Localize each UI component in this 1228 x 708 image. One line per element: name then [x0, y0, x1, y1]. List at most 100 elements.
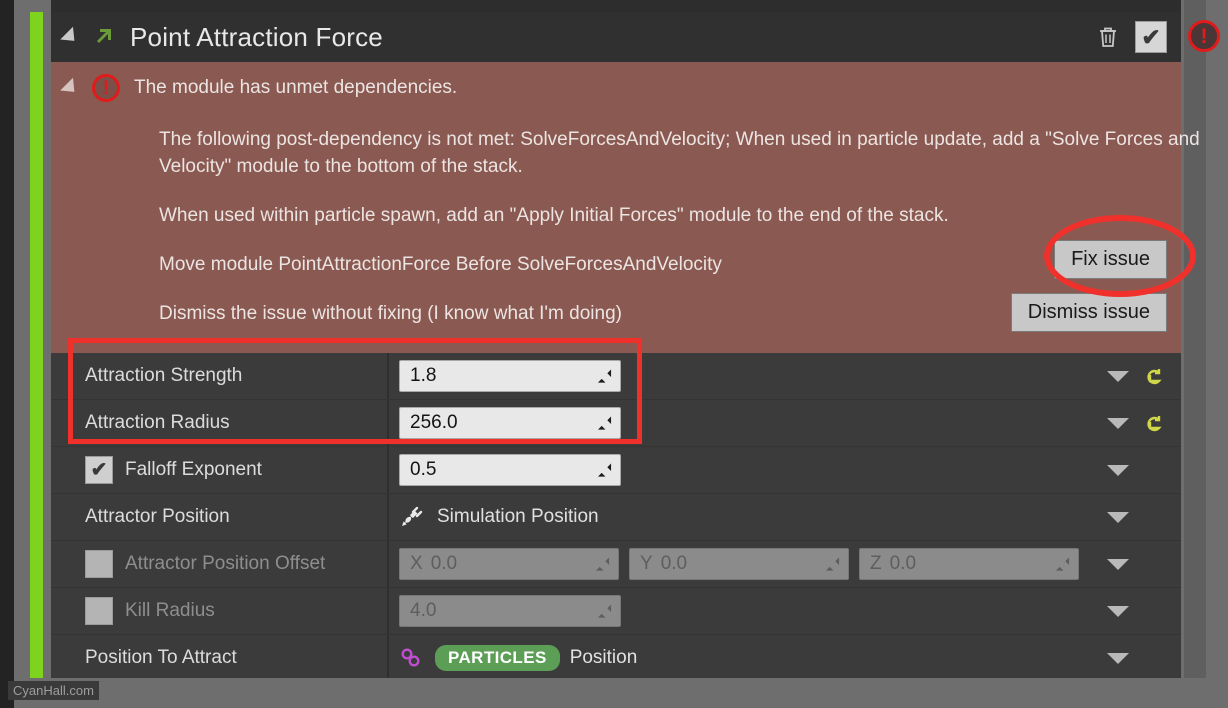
- numeric-value: 1.8: [410, 365, 437, 386]
- dismiss-issue-button[interactable]: Dismiss issue: [1010, 293, 1167, 332]
- drag-handle-icon[interactable]: [595, 557, 610, 572]
- watermark: CyanHall.com: [8, 681, 99, 700]
- reset-placeholder: [1145, 601, 1165, 621]
- issue-title-row: ! The module has unmet dependencies.: [51, 62, 1181, 102]
- numeric-value: 0.0: [660, 553, 688, 574]
- parameter-label: Attractor Position Offset: [125, 553, 326, 574]
- drag-handle-icon[interactable]: [597, 604, 612, 619]
- chevron-down-icon[interactable]: [1107, 652, 1129, 664]
- numeric-input-z[interactable]: Z 0.0: [859, 548, 1079, 580]
- parameter-value-cell: 0.5: [387, 454, 1107, 486]
- parameter-label: Falloff Exponent: [125, 459, 262, 480]
- row-controls: [1107, 413, 1181, 433]
- checkmark-icon: ✔: [1141, 23, 1161, 50]
- stack-accent-bar: [30, 12, 43, 680]
- linked-value[interactable]: Simulation Position: [399, 505, 599, 529]
- parameter-row: Attraction Strength 1.8: [51, 353, 1181, 400]
- page-title: Point Attraction Force: [130, 21, 383, 52]
- parameter-row: Attractor Position Offset X 0.0 Y 0.0 Z 0.0: [51, 541, 1181, 588]
- bottom-strip: [0, 678, 1228, 708]
- linked-value-text: Simulation Position: [437, 506, 599, 527]
- parameter-label-cell: Kill Radius: [51, 597, 387, 625]
- numeric-input-x[interactable]: X 0.0: [399, 548, 619, 580]
- warning-glyph: !: [102, 77, 110, 99]
- issue-banner: ! The module has unmet dependencies. The…: [51, 62, 1200, 353]
- numeric-input[interactable]: 0.5: [399, 454, 621, 486]
- reset-placeholder: [1145, 648, 1165, 668]
- parameter-label-cell: Position To Attract: [51, 647, 387, 669]
- parameter-value-cell: Simulation Position: [387, 505, 1107, 529]
- issue-buttons: Fix issue Dismiss issue: [1010, 240, 1167, 332]
- parameter-value-cell: X 0.0 Y 0.0 Z 0.0: [387, 548, 1107, 580]
- chevron-down-icon[interactable]: [1107, 558, 1129, 570]
- numeric-value: 256.0: [410, 412, 458, 433]
- drag-handle-icon[interactable]: [825, 557, 840, 572]
- force-arrow-icon: [92, 25, 116, 49]
- checkmark-icon: ✔: [90, 459, 108, 481]
- parameter-row: Attractor Position Simulation Position: [51, 494, 1181, 541]
- link-chain-icon: [399, 646, 425, 670]
- numeric-value: 4.0: [410, 600, 437, 621]
- drag-handle-icon[interactable]: [597, 416, 612, 431]
- axis-label: Y: [640, 553, 653, 574]
- header-actions: ✔: [1095, 21, 1181, 53]
- parameter-label: Kill Radius: [125, 600, 215, 621]
- parameter-label-cell: Attractor Position: [51, 506, 387, 528]
- parameter-enable-checkbox[interactable]: [85, 550, 113, 578]
- parameter-enable-checkbox[interactable]: [85, 597, 113, 625]
- drag-handle-icon[interactable]: [1055, 557, 1070, 572]
- parameter-enable-checkbox[interactable]: ✔: [85, 456, 113, 484]
- drag-handle-icon[interactable]: [597, 369, 612, 384]
- numeric-value: 0.0: [889, 553, 917, 574]
- warning-circle-icon[interactable]: !: [1188, 20, 1220, 52]
- parameter-row: Position To Attract PARTICLES Position: [51, 635, 1181, 682]
- parameter-label: Attraction Strength: [85, 365, 243, 386]
- row-controls: [1107, 460, 1181, 480]
- parameter-list: Attraction Strength 1.8 Attraction Radius 2…: [51, 353, 1181, 682]
- numeric-input-y[interactable]: Y 0.0: [629, 548, 849, 580]
- warning-glyph: !: [1200, 24, 1208, 48]
- parameter-row: Kill Radius 4.0: [51, 588, 1181, 635]
- trash-icon[interactable]: [1095, 23, 1121, 51]
- row-controls: [1107, 507, 1181, 527]
- vertical-scrollbar[interactable]: [1184, 0, 1206, 708]
- module-enabled-checkbox[interactable]: ✔: [1135, 21, 1167, 53]
- reset-to-default-icon[interactable]: [1145, 366, 1165, 386]
- fix-issue-button[interactable]: Fix issue: [1054, 240, 1167, 279]
- parameter-label: Attraction Radius: [85, 412, 230, 433]
- parameter-label-cell: Attractor Position Offset: [51, 550, 387, 578]
- numeric-input[interactable]: 1.8: [399, 360, 621, 392]
- chevron-down-icon[interactable]: [1107, 511, 1129, 523]
- row-controls: [1107, 554, 1181, 574]
- issue-paragraph-2: When used within particle spawn, add an …: [159, 205, 949, 226]
- module-header: Point Attraction Force ✔: [51, 12, 1181, 62]
- numeric-input[interactable]: 256.0: [399, 407, 621, 439]
- numeric-value: 0.5: [410, 459, 437, 480]
- chevron-down-icon[interactable]: [1107, 417, 1129, 429]
- row-controls: [1107, 648, 1181, 668]
- chevron-down-icon[interactable]: [1107, 370, 1129, 382]
- drag-handle-icon[interactable]: [597, 463, 612, 478]
- parameter-label-cell: ✔ Falloff Exponent: [51, 456, 387, 484]
- reset-placeholder: [1145, 460, 1165, 480]
- numeric-value: 0.0: [430, 553, 458, 574]
- row-controls: [1107, 366, 1181, 386]
- triangle-collapse-icon[interactable]: [60, 26, 81, 48]
- fix-action-link[interactable]: Move module PointAttractionForce Before …: [159, 251, 759, 278]
- reset-to-default-icon[interactable]: [1145, 413, 1165, 433]
- parameter-value-cell: 1.8: [387, 360, 1107, 392]
- chevron-down-icon[interactable]: [1107, 464, 1129, 476]
- dismiss-action-link[interactable]: Dismiss the issue without fixing (I know…: [159, 300, 759, 327]
- left-gray-rail: [14, 0, 27, 708]
- namespace-badge: PARTICLES: [435, 645, 560, 671]
- numeric-input[interactable]: 4.0: [399, 595, 621, 627]
- module-panel: Point Attraction Force ✔ ! The module ha…: [51, 12, 1200, 682]
- niagara-module-panel-screenshot: Point Attraction Force ✔ ! The module ha…: [0, 0, 1228, 708]
- triangle-collapse-icon[interactable]: [60, 77, 81, 99]
- parameter-label-cell: Attraction Radius: [51, 412, 387, 434]
- reset-placeholder: [1145, 507, 1165, 527]
- chevron-down-icon[interactable]: [1107, 605, 1129, 617]
- issue-paragraph-1: The following post-dependency is not met…: [159, 129, 1200, 177]
- issue-title: The module has unmet dependencies.: [134, 77, 458, 98]
- parameter-label-cell: Attraction Strength: [51, 365, 387, 387]
